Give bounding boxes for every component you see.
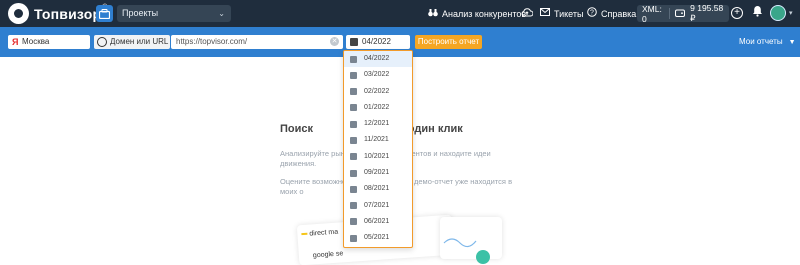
dropdown-option-label: 11/2021 <box>364 136 389 144</box>
chevron-down-icon[interactable]: ▾ <box>789 9 793 17</box>
notifications-bell-icon[interactable] <box>752 5 763 20</box>
region-value: Москва <box>22 37 50 46</box>
xml-limits: XML: 0 <box>642 3 662 24</box>
dropdown-option[interactable]: 08/2021 <box>344 181 412 197</box>
dropdown-option[interactable]: 10/2021 <box>344 149 412 165</box>
calendar-icon <box>350 234 357 242</box>
nav-tickets-label: Тикеты <box>554 8 584 19</box>
nav-help[interactable]: ? Справка <box>587 0 636 27</box>
binoculars-icon <box>428 8 438 20</box>
build-report-button[interactable]: Построить отчет <box>415 35 482 49</box>
calendar-icon <box>350 120 357 128</box>
calendar-icon <box>350 153 357 161</box>
calendar-icon <box>350 136 357 144</box>
dropdown-option[interactable]: 02/2022 <box>344 84 412 100</box>
globe-icon <box>97 37 107 47</box>
calendar-icon <box>350 218 357 226</box>
date-select-value: 04/2022 <box>362 37 391 46</box>
month-dropdown: 04/2022 03/2022 02/2022 01/2022 12/2021 11/20… <box>343 50 413 248</box>
decorative-dot <box>476 250 490 264</box>
dropdown-option-label: 09/2021 <box>364 169 390 177</box>
logo-icon <box>8 3 29 24</box>
region-select[interactable]: Я Москва <box>8 35 90 49</box>
chevron-down-icon: ▼ <box>788 39 796 46</box>
top-navigation-bar: Топвизор ® Проекты ⌄ Анализ конкурентов … <box>0 0 800 27</box>
dropdown-option[interactable]: 12/2021 <box>344 116 412 132</box>
nav-tickets[interactable]: Тикеты <box>540 0 583 27</box>
calendar-icon <box>350 169 357 177</box>
dropdown-option-label: 08/2021 <box>364 185 390 193</box>
dropdown-option[interactable]: 09/2021 <box>344 165 412 181</box>
calendar-icon <box>350 55 357 63</box>
dropdown-option-label: 06/2021 <box>364 217 390 225</box>
calendar-icon <box>350 71 357 79</box>
dropdown-option-label: 03/2022 <box>364 71 390 79</box>
nav-help-label: Справка <box>601 8 637 19</box>
domain-mode-label: Домен или URL <box>110 37 169 46</box>
dropdown-option-label: 07/2021 <box>364 201 390 209</box>
projects-select-label: Проекты <box>122 8 159 18</box>
upload-button[interactable] <box>521 0 537 27</box>
dropdown-option[interactable]: 01/2022 <box>344 100 412 116</box>
dropdown-option-label: 01/2022 <box>364 103 390 111</box>
help-circle-icon: ? <box>587 7 597 20</box>
dropdown-option[interactable]: 05/2021 <box>344 230 412 246</box>
preview-row: direct ma <box>309 228 339 238</box>
preview-row: google se <box>312 250 344 260</box>
my-reports-menu[interactable]: Мои отчеты ▼ <box>739 35 796 50</box>
wallet-icon <box>670 9 686 19</box>
chart-preview-card <box>440 217 502 259</box>
dropdown-option-label: 05/2021 <box>364 234 390 242</box>
account-balance: 9 195.58 ₽ <box>690 3 724 23</box>
dropdown-option[interactable]: 07/2021 <box>344 198 412 214</box>
calendar-icon <box>350 88 357 96</box>
logo-text: Топвизор <box>34 5 102 22</box>
legend-swatch <box>301 232 308 236</box>
projects-icon[interactable] <box>96 5 113 22</box>
dropdown-option[interactable]: 11/2021 <box>344 132 412 148</box>
nav-competitor-analysis[interactable]: Анализ конкурентов <box>428 0 526 27</box>
calendar-icon <box>350 104 357 112</box>
cloud-upload-icon <box>521 7 534 20</box>
calendar-icon <box>350 185 357 193</box>
nav-competitor-analysis-label: Анализ конкурентов <box>442 8 527 19</box>
dropdown-option-label: 02/2022 <box>364 87 390 95</box>
dropdown-option-label: 04/2022 <box>364 55 390 62</box>
url-input[interactable]: https://topvisor.com/ ✕ <box>171 35 343 49</box>
domain-mode-select[interactable]: Домен или URL <box>94 35 170 49</box>
dropdown-option[interactable]: 04/2022 <box>344 51 412 68</box>
url-input-value: https://topvisor.com/ <box>176 37 248 46</box>
yandex-icon: Я <box>12 37 19 47</box>
dropdown-option[interactable]: 06/2021 <box>344 214 412 230</box>
balance-box[interactable]: XML: 0 9 195.58 ₽ <box>637 3 729 24</box>
user-avatar[interactable] <box>770 5 786 21</box>
calendar-icon <box>350 38 358 46</box>
projects-select[interactable]: Проекты ⌄ <box>117 5 231 22</box>
clear-icon[interactable]: ✕ <box>330 37 339 46</box>
sparkline-icon <box>443 238 477 248</box>
chevron-down-icon: ⌄ <box>218 9 225 18</box>
dropdown-option-label: 10/2021 <box>364 152 390 160</box>
my-reports-label: Мои отчеты <box>739 37 783 46</box>
date-select[interactable]: 04/2022 <box>346 35 410 49</box>
add-funds-button[interactable]: + <box>731 7 743 19</box>
envelope-icon <box>540 8 550 19</box>
dropdown-option-label: 12/2021 <box>364 120 390 128</box>
dropdown-option[interactable]: 03/2022 <box>344 67 412 83</box>
calendar-icon <box>350 202 357 210</box>
topvisor-logo[interactable]: Топвизор ® <box>8 3 107 24</box>
svg-text:?: ? <box>590 10 594 17</box>
